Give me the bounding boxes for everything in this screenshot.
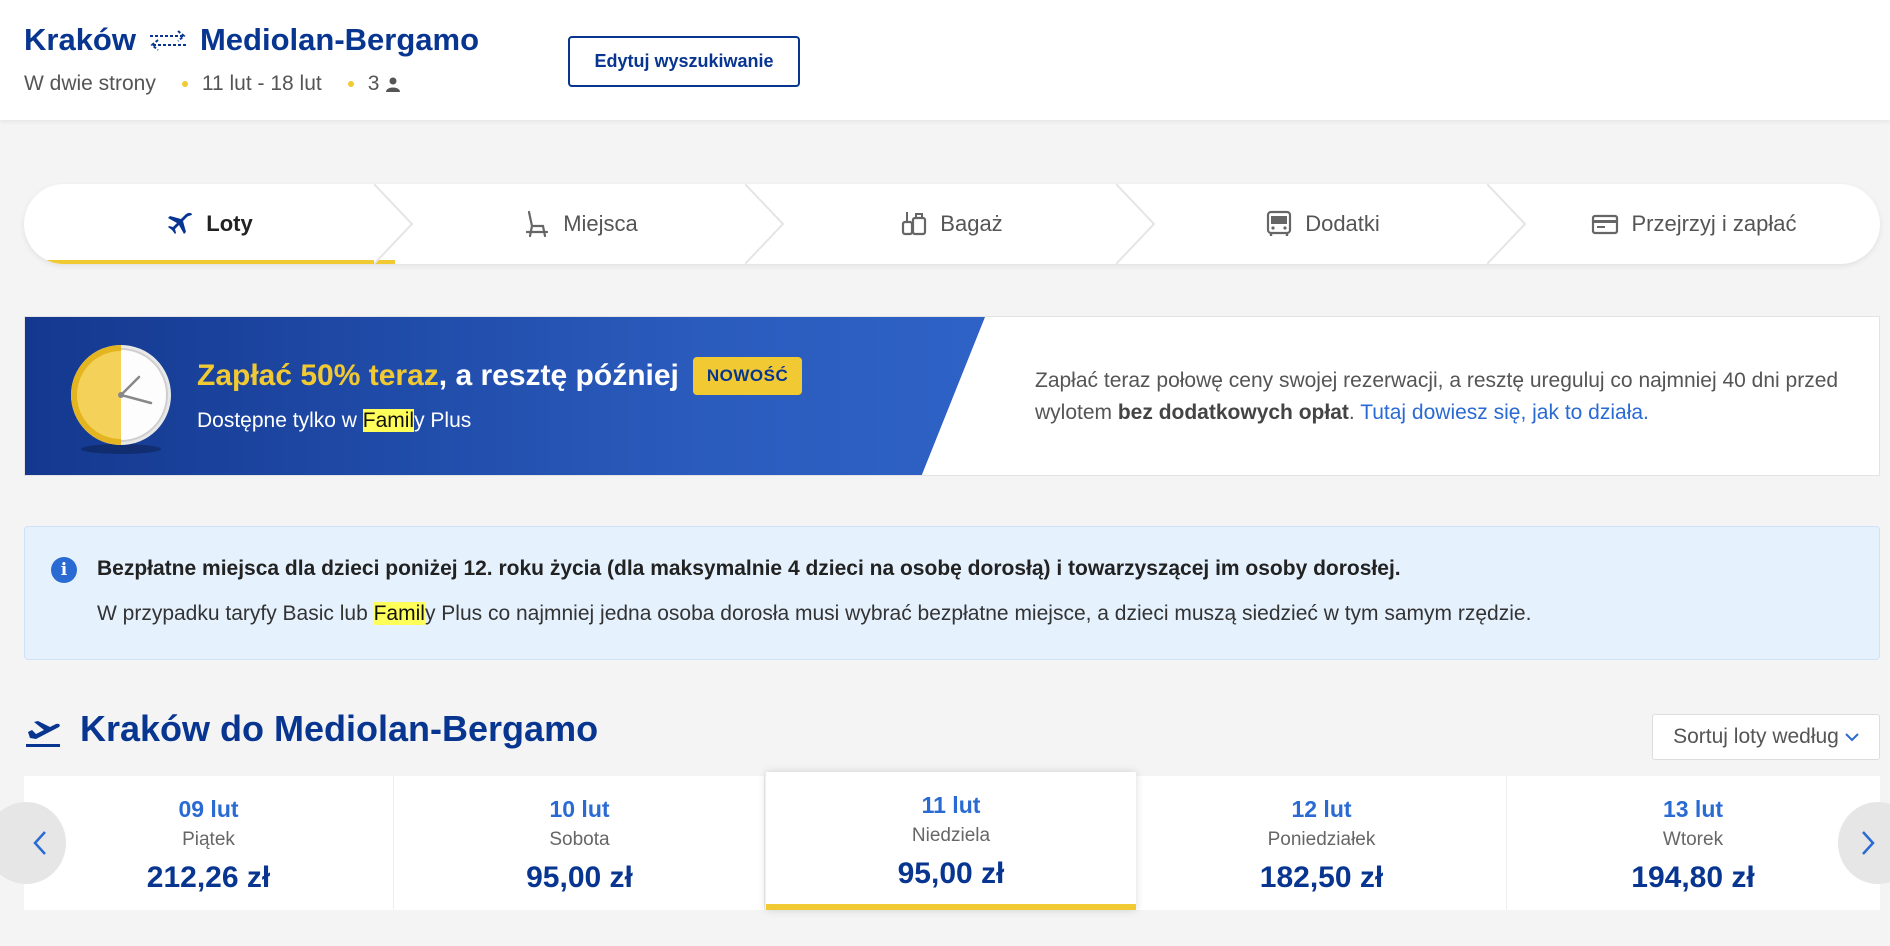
separator-dot — [347, 81, 354, 87]
date-option-card[interactable]: 13 lut Wtorek 194,80 zł — [1508, 776, 1878, 910]
weekday-label: Wtorek — [1662, 829, 1724, 850]
card-icon — [1592, 214, 1619, 235]
bus-icon — [1267, 210, 1292, 236]
step-luggage[interactable]: Bagaż — [766, 184, 1137, 264]
search-highlight: Famil — [373, 602, 425, 625]
price-label: 95,00 zł — [897, 857, 1005, 890]
step-review-pay[interactable]: Przejrzyj i zapłać — [1508, 184, 1880, 264]
passenger-count: 3 — [367, 72, 380, 95]
new-badge: NOWOŚĆ — [692, 357, 803, 395]
price-label: 182,50 zł — [1259, 861, 1384, 894]
booking-steps: Loty Miejsca Bagaż Dodatki Przejrzyj i z… — [24, 184, 1880, 264]
step-label: Miejsca — [563, 211, 638, 236]
date-option-card[interactable]: 09 lut Piątek 212,26 zł — [24, 776, 394, 910]
info-body-text: y Plus co najmniej jedna osoba dorosła m… — [424, 602, 1532, 625]
promo-sub-text: Dostępne tylko w — [197, 409, 363, 432]
trip-type: W dwie strony — [24, 72, 156, 95]
promo-title-highlight: Zapłać 50% teraz — [197, 359, 439, 392]
separator-dot — [181, 81, 188, 87]
selected-date-indicator — [766, 904, 1136, 910]
step-label: Bagaż — [940, 211, 1003, 236]
info-body: W przypadku taryfy Basic lub Family Plus… — [97, 602, 1531, 626]
price-label: 194,80 zł — [1631, 861, 1755, 894]
step-label: Dodatki — [1305, 211, 1380, 236]
date-label: 13 lut — [1662, 796, 1724, 822]
date-carousel: 09 lut Piątek 212,26 zł 10 lut Sobota 95… — [24, 772, 1880, 910]
date-label: 09 lut — [178, 796, 239, 822]
trip-meta: W dwie strony 11 lut - 18 lut 3 — [24, 72, 401, 96]
luggage-icon — [902, 212, 927, 236]
how-it-works-link[interactable]: Tutaj dowiesz się, jak to działa. — [1360, 401, 1649, 424]
price-label: 212,26 zł — [146, 861, 271, 894]
person-icon — [386, 77, 401, 92]
outbound-flights-title: Kraków do Mediolan-Bergamo — [80, 708, 599, 749]
date-option-card[interactable]: 10 lut Sobota 95,00 zł — [395, 776, 765, 910]
chevron-down-icon — [1845, 733, 1859, 742]
search-highlight: Famil — [362, 409, 415, 432]
departure-plane-icon — [26, 721, 60, 747]
origin-city: Kraków — [24, 22, 136, 57]
active-step-underline — [24, 260, 395, 264]
trip-dates: 11 lut - 18 lut — [201, 72, 322, 95]
date-option-card-selected[interactable]: 11 lut Niedziela 95,00 zł — [766, 772, 1136, 910]
step-label: Loty — [206, 211, 253, 236]
route-title: Kraków Mediolan-Bergamo — [24, 22, 479, 58]
info-body-text: W przypadku taryfy Basic lub — [97, 602, 374, 625]
sort-flights-dropdown[interactable]: Sortuj loty według — [1652, 714, 1880, 760]
promo-title: Zapłać 50% teraz, a resztę później NOWOŚ… — [197, 357, 803, 395]
plane-icon — [168, 212, 193, 234]
date-option-card[interactable]: 12 lut Poniedziałek 182,50 zł — [1137, 776, 1507, 910]
date-label: 11 lut — [921, 792, 981, 818]
step-extras[interactable]: Dodatki — [1137, 184, 1508, 264]
search-summary-header: Kraków Mediolan-Bergamo W dwie strony 11… — [0, 0, 1890, 120]
step-flights[interactable]: Loty — [24, 184, 395, 264]
weekday-label: Poniedziałek — [1267, 829, 1376, 850]
info-headline: Bezpłatne miejsca dla dzieci poniżej 12.… — [97, 557, 1401, 580]
weekday-label: Niedziela — [911, 825, 991, 846]
weekday-label: Piątek — [182, 829, 235, 850]
info-icon: i — [51, 557, 77, 583]
pay-later-promo-banner: Zapłać 50% teraz, a resztę później NOWOŚ… — [24, 316, 1880, 476]
coin-clock-icon — [71, 345, 171, 454]
promo-subtitle: Dostępne tylko w Family Plus — [197, 409, 471, 433]
chevron-left-icon — [33, 831, 46, 855]
children-seats-info-box: i Bezpłatne miejsca dla dzieci poniżej 1… — [24, 526, 1880, 660]
weekday-label: Sobota — [549, 829, 610, 850]
step-label: Przejrzyj i zapłać — [1631, 211, 1797, 236]
seat-icon — [526, 210, 549, 238]
promo-description: Zapłać teraz połowę ceny swojej rezerwac… — [1035, 365, 1855, 429]
promo-sub-text: y Plus — [414, 409, 472, 432]
promo-title-rest: , a resztę później — [438, 359, 679, 392]
round-trip-arrows-icon — [149, 30, 186, 51]
date-label: 12 lut — [1291, 796, 1352, 822]
promo-description-bold: bez dodatkowych opłat — [1117, 401, 1349, 424]
destination-city: Mediolan-Bergamo — [199, 22, 480, 57]
date-label: 10 lut — [549, 796, 610, 822]
promo-description-text: . — [1348, 401, 1361, 424]
edit-search-button[interactable]: Edytuj wyszukiwanie — [568, 36, 800, 87]
chevron-right-icon — [1862, 831, 1875, 855]
price-label: 95,00 zł — [526, 861, 633, 894]
step-seats[interactable]: Miejsca — [395, 184, 766, 264]
sort-label: Sortuj loty według — [1673, 725, 1839, 748]
